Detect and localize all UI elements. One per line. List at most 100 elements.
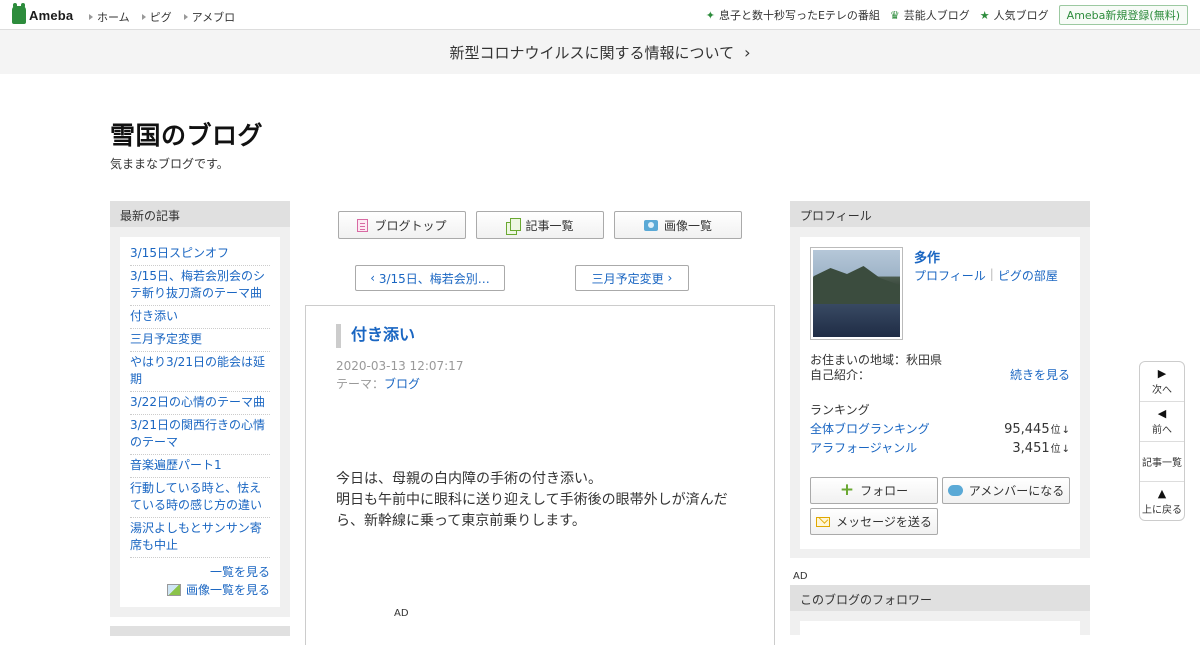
list-item[interactable]: 3/22日の心情のテーマ曲 <box>130 392 270 415</box>
blog-description: 気ままなブログです。 <box>110 157 229 171</box>
list-item[interactable]: 行動している時と、怯えている時の感じ方の違い <box>130 478 270 518</box>
view-all-link[interactable]: 一覧を見る <box>130 564 270 581</box>
triangle-right-icon <box>183 14 188 20</box>
nav-home[interactable]: ホーム <box>89 9 130 25</box>
list-item[interactable]: 音楽遍歴パート1 <box>130 455 270 478</box>
header-link-celebrity[interactable]: ♛ 芸能人ブログ <box>890 5 970 25</box>
ranking-heading: ランキング <box>810 403 870 417</box>
speech-bubble-icon <box>947 485 963 496</box>
pigg-room-link[interactable]: ピグの部屋 <box>998 267 1058 284</box>
article-theme-link[interactable]: ブログ <box>384 377 420 391</box>
ranking-row: 全体ブログランキング 95,445位↓ <box>810 420 1070 437</box>
global-header: Ameba ホーム ピグ アメブロ ✦ 息子と数十秒写ったEテレの番組 ♛ 芸能人ブ… <box>0 0 1200 30</box>
trend-down-icon: ↓ <box>1061 425 1070 436</box>
followers-heading: このブログのフォロワー <box>790 585 1090 611</box>
tab-image-list[interactable]: 画像一覧 <box>614 211 742 239</box>
ranking-number: 3,451 <box>1012 441 1050 456</box>
view-images-link[interactable]: 画像一覧を見る <box>130 581 270 598</box>
latest-articles-body: 3/15日スピンオフ 3/15日、梅若会別会のシテ斬り抜刀斎のテーマ曲 付き添い… <box>120 237 280 607</box>
ameba-logo[interactable]: Ameba <box>12 3 74 24</box>
nav-pigg-label: ピグ <box>149 11 172 24</box>
triangle-right-icon <box>89 14 93 20</box>
article: 付き添い 2020-03-13 12:07:17 テーマ：ブログ 今日は、母親の… <box>305 305 775 645</box>
signup-button[interactable]: Ameba新規登録(無料) <box>1058 5 1188 25</box>
blog-tabs: ブログトップ 記事一覧 画像一覧 <box>338 211 742 239</box>
prev-article-label: 3/15日、梅若会別… <box>378 271 490 286</box>
read-more-link[interactable]: 続きを見る <box>1010 366 1070 383</box>
image-icon <box>166 583 181 596</box>
header-link-program[interactable]: ✦ 息子と数十秒写ったEテレの番組 <box>706 5 880 25</box>
header-link-popular[interactable]: ★ 人気ブログ <box>980 5 1049 25</box>
camera-icon <box>643 219 658 231</box>
nav-home-label: ホーム <box>97 11 130 24</box>
star-icon: ✦ <box>705 8 715 22</box>
covid-notice-text: 新型コロナウイルスに関する情報について <box>449 43 735 62</box>
list-item[interactable]: 3/15日スピンオフ <box>130 245 270 266</box>
ranking-unit: 位 <box>1050 425 1061 436</box>
ameba-logo-text: Ameba <box>29 7 74 23</box>
triangle-left-icon: ◀ <box>1157 406 1167 420</box>
float-top-label: 上に戻る <box>1142 505 1182 516</box>
amember-button[interactable]: アメンバーになる <box>942 477 1070 504</box>
avatar-image <box>813 250 900 337</box>
prev-article-button[interactable]: ‹ 3/15日、梅若会別… <box>355 265 505 291</box>
float-prev-button[interactable]: ◀ 前へ <box>1140 402 1184 442</box>
triangle-right-icon <box>141 14 146 20</box>
float-next-button[interactable]: ▶ 次へ <box>1140 362 1184 402</box>
link-divider: | <box>989 267 994 281</box>
profile-body: 多作 プロフィール | ピグの部屋 お住まいの地域：秋田県 自己紹介： 続きを見… <box>800 237 1080 549</box>
amember-label: アメンバーになる <box>968 484 1065 498</box>
article-theme: テーマ：ブログ <box>336 375 420 392</box>
header-link-program-label: 息子と数十秒写ったEテレの番組 <box>718 9 880 22</box>
nav-ameblo[interactable]: アメブロ <box>183 9 236 25</box>
profile-link[interactable]: プロフィール <box>914 267 986 284</box>
list-item[interactable]: 付き添い <box>130 306 270 329</box>
header-links: ✦ 息子と数十秒写ったEテレの番組 ♛ 芸能人ブログ ★ 人気ブログ Ameba新規登… <box>706 5 1188 25</box>
followers-panel: このブログのフォロワー <box>790 585 1090 641</box>
chevron-left-icon: ‹ <box>370 271 379 285</box>
follow-button[interactable]: + フォロー <box>810 477 938 504</box>
tab-article-list[interactable]: 記事一覧 <box>476 211 604 239</box>
latest-articles-panel: 最新の記事 3/15日スピンオフ 3/15日、梅若会別会のシテ斬り抜刀斎のテーマ… <box>110 201 290 617</box>
ad-label: AD <box>394 608 409 619</box>
float-list-button[interactable]: 記事一覧 <box>1140 442 1184 482</box>
ranking-value: 3,451位↓ <box>1012 440 1070 456</box>
ranking-name[interactable]: 全体ブログランキング <box>810 420 930 437</box>
ad-label: AD <box>793 571 808 582</box>
profile-panel: プロフィール 多作 プロフィール | ピグの部屋 お住まいの地域：秋田県 自己紹… <box>790 201 1090 558</box>
document-icon <box>357 218 369 232</box>
global-nav: ホーム ピグ アメブロ <box>89 9 235 25</box>
nav-ameblo-label: アメブロ <box>191 11 236 24</box>
article-title[interactable]: 付き添い <box>336 324 415 348</box>
send-message-button[interactable]: メッセージを送る <box>810 508 938 535</box>
tab-blog-top-label: ブログトップ <box>374 218 447 233</box>
envelope-icon <box>816 516 831 527</box>
ranking-row: アラフォージャンル 3,451位↓ <box>810 439 1070 456</box>
ranking-name[interactable]: アラフォージャンル <box>810 439 917 456</box>
star-icon: ★ <box>979 8 990 22</box>
list-item[interactable]: 湯沢よしもとサンサン寄席も中止 <box>130 518 270 558</box>
article-body: 今日は、母親の白内障の手術の付き添い。 明日も午前中に眼科に送り迎えして手術後の… <box>336 469 746 532</box>
list-item[interactable]: 3/15日、梅若会別会のシテ斬り抜刀斎のテーマ曲 <box>130 266 270 306</box>
float-top-button[interactable]: ▲ 上に戻る <box>1140 482 1184 520</box>
list-item[interactable]: 三月予定変更 <box>130 329 270 352</box>
avatar[interactable] <box>810 247 903 340</box>
ameba-logo-icon <box>12 3 26 24</box>
next-article-button[interactable]: 三月予定変更 › <box>575 265 689 291</box>
tab-blog-top[interactable]: ブログトップ <box>338 211 466 239</box>
header-link-popular-label: 人気ブログ <box>993 9 1049 22</box>
latest-articles-list: 3/15日スピンオフ 3/15日、梅若会別会のシテ斬り抜刀斎のテーマ曲 付き添い… <box>130 245 270 558</box>
covid-notice-banner[interactable]: 新型コロナウイルスに関する情報について › <box>0 30 1200 74</box>
ranking-value: 95,445位↓ <box>1004 421 1070 437</box>
latest-articles-heading: 最新の記事 <box>110 201 290 227</box>
article-date: 2020-03-13 12:07:17 <box>336 359 464 373</box>
profile-name[interactable]: 多作 <box>914 247 940 266</box>
chevron-right-icon: › <box>663 271 673 285</box>
nav-pigg[interactable]: ピグ <box>141 9 172 25</box>
article-paragraph: 今日は、母親の白内障の手術の付き添い。 <box>336 471 602 487</box>
blog-title[interactable]: 雪国のブログ <box>110 116 263 152</box>
profile-heading: プロフィール <box>790 201 1090 227</box>
plus-icon: + <box>839 480 855 500</box>
list-item[interactable]: 3/21日の関西行きの心情のテーマ <box>130 415 270 455</box>
list-item[interactable]: やはり3/21日の能会は延期 <box>130 352 270 392</box>
